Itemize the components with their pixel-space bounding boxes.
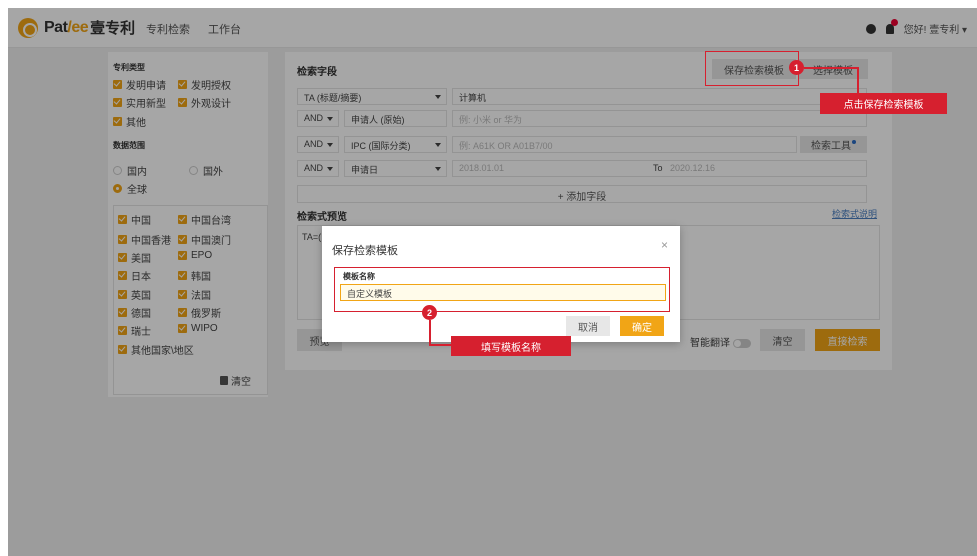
close-icon[interactable]: × <box>661 238 668 252</box>
cancel-button[interactable]: 取消 <box>566 316 610 336</box>
step-1-callout: 点击保存检索模板 <box>820 93 947 114</box>
step-1-badge: 1 <box>789 60 804 75</box>
confirm-button[interactable]: 确定 <box>620 316 664 336</box>
callout-connector <box>429 344 451 346</box>
callout-connector <box>857 67 859 94</box>
save-template-highlight <box>705 51 799 86</box>
template-name-highlight <box>334 267 670 312</box>
dialog-title: 保存检索模板 <box>332 245 398 257</box>
step-2-badge: 2 <box>422 305 437 320</box>
step-2-callout: 填写模板名称 <box>451 336 571 356</box>
callout-connector <box>429 320 431 345</box>
callout-connector <box>804 67 858 69</box>
